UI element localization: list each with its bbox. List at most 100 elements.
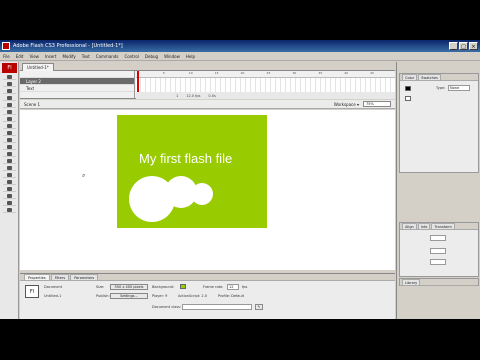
edit-class-icon[interactable]: ✎ [255,304,263,310]
maximize-button[interactable]: □ [459,42,468,50]
background-label: Background: [152,285,175,289]
y-input[interactable] [430,259,446,265]
color-panel-tabs: Color Swatches [400,74,478,81]
workspace-menu[interactable]: Workspace ▾ [334,102,359,107]
menu-file[interactable]: File [0,54,13,59]
tab-swatches[interactable]: Swatches [418,74,441,80]
menu-modify[interactable]: Modify [59,54,78,59]
layer-row[interactable]: Text [20,85,134,92]
document-label: Document [44,285,63,289]
minimize-button[interactable]: _ [449,42,458,50]
ruler-tick: 45 [370,71,374,75]
ruler-tick: 35 [318,71,323,75]
flash-application: Adobe Flash CS3 Professional - [Untitled… [0,40,480,319]
eraser-tool-icon[interactable] [3,165,16,171]
tab-filters[interactable]: Filters [50,274,70,280]
ink-bottle-tool-icon[interactable] [3,144,16,150]
type-label: Type: [436,86,446,90]
document-tab[interactable]: Untitled-1* [22,63,54,71]
close-button[interactable]: × [469,42,478,50]
document-window: Untitled-1* Layer 2 Text 1 5 10 15 20 [20,62,395,319]
ruler-tick: 20 [240,71,245,75]
ruler-tick: 30 [292,71,297,75]
menu-insert[interactable]: Insert [42,54,59,59]
size-button[interactable]: 550 x 400 pixels [110,284,148,290]
menu-commands[interactable]: Commands [93,54,122,59]
text-tool-icon[interactable] [3,109,16,115]
stage-pasteboard: My first flash file ⌕ [20,110,395,270]
library-panel-tabs: Library [400,279,478,286]
tab-library[interactable]: Library [402,279,421,285]
lasso-tool-icon[interactable] [3,95,16,101]
framerate-input[interactable]: 12 [227,284,239,290]
edit-bar: Scene 1 Workspace ▾ 75% [20,100,395,109]
brush-tool-icon[interactable] [3,137,16,143]
publish-label: Publish: [96,294,110,298]
circle-shape[interactable] [191,183,213,205]
player-version: Player: 9 [152,294,168,298]
size-label: Size: [96,285,105,289]
settings-button[interactable]: Settings... [110,293,148,299]
swap-colors-icon[interactable] [3,200,16,206]
ruler-tick: 1 [136,71,162,77]
fill-color-icon[interactable] [3,193,16,199]
menu-text[interactable]: Text [79,54,93,59]
pencil-tool-icon[interactable] [3,130,16,136]
align-panel: Align Info Transform [399,222,479,277]
background-color-swatch[interactable] [180,284,186,289]
edit-bar-right: Workspace ▾ 75% [334,101,391,107]
frame-rate-readout: 12.0 fps [186,93,201,98]
tab-properties[interactable]: Properties [24,274,50,280]
tab-info[interactable]: Info [417,223,431,229]
ruler-tick: 10 [188,71,193,75]
tab-align[interactable]: Align [402,223,417,229]
x-input[interactable] [430,248,446,254]
stroke-swatch[interactable] [405,86,411,91]
color-panel: Color Swatches Type: None [399,73,479,173]
flash-logo: Fl [2,63,17,73]
frame-grid[interactable]: 1 5 10 15 20 25 30 35 40 45 1 12.0 fps 0… [136,71,395,99]
zoom-cursor-icon: ⌕ [82,172,86,179]
library-panel: Library [399,278,479,286]
tab-transform[interactable]: Transform [431,223,455,229]
menu-edit[interactable]: Edit [13,54,27,59]
rectangle-tool-icon[interactable] [3,123,16,129]
menu-view[interactable]: View [26,54,42,59]
ruler-tick: 25 [266,71,271,75]
zoom-tool-icon[interactable] [3,179,16,185]
document-class-input[interactable] [182,304,252,310]
stage[interactable]: My first flash file [117,115,267,228]
scene-breadcrumb[interactable]: Scene 1 [24,102,40,107]
menu-control[interactable]: Control [121,54,141,59]
hand-tool-icon[interactable] [3,172,16,178]
type-select[interactable]: None [448,85,470,91]
tab-color[interactable]: Color [402,74,418,80]
ruler-tick: 40 [344,71,349,75]
right-panels: Color Swatches Type: None Align Info Tra… [396,62,480,319]
paint-bucket-tool-icon[interactable] [3,151,16,157]
selection-tool-icon[interactable] [3,74,16,80]
tab-parameters[interactable]: Parameters [70,274,99,280]
snap-to-objects-icon[interactable] [3,207,16,213]
eyedropper-tool-icon[interactable] [3,158,16,164]
subselection-tool-icon[interactable] [3,81,16,87]
ruler-tick: 15 [214,71,219,75]
free-transform-tool-icon[interactable] [3,88,16,94]
menu-window[interactable]: Window [161,54,183,59]
current-frame: 1 [176,93,179,98]
layer-row[interactable]: Layer 2 [20,78,134,85]
document-tab-bar: Untitled-1* [20,62,395,71]
ruler-tick: 5 [162,71,165,75]
actionscript-version: ActionScript: 2.0 [178,294,207,298]
menu-debug[interactable]: Debug [142,54,161,59]
stroke-color-icon[interactable] [3,186,16,192]
width-input[interactable] [430,235,446,241]
fill-swatch[interactable] [405,96,411,101]
document-class-label: Document class: [152,305,182,309]
pen-tool-icon[interactable] [3,102,16,108]
zoom-select[interactable]: 75% [363,101,391,107]
menu-help[interactable]: Help [183,54,198,59]
menu-bar: File Edit View Insert Modify Text Comman… [0,52,480,61]
stage-text[interactable]: My first flash file [139,151,232,166]
line-tool-icon[interactable] [3,116,16,122]
